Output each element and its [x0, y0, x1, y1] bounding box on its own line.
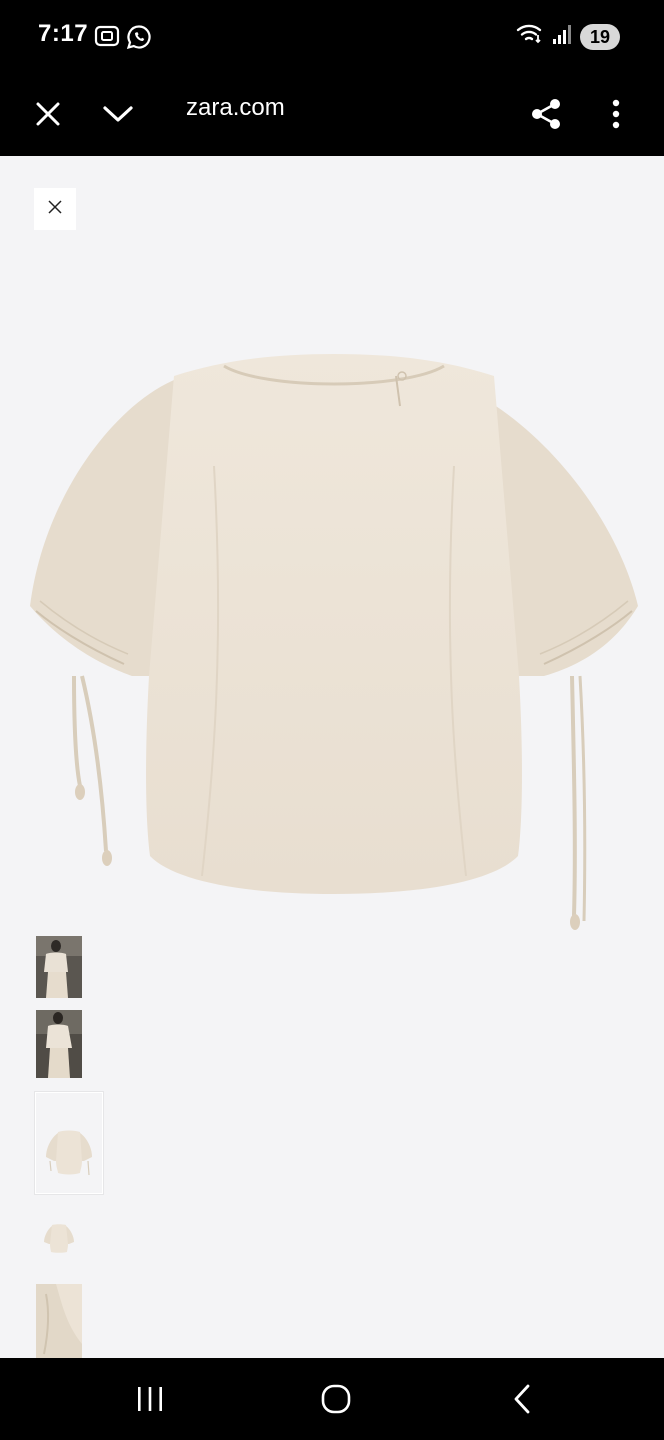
share-icon[interactable]	[522, 90, 570, 138]
status-time: 7:17	[38, 20, 89, 47]
screenshot-icon	[94, 24, 120, 55]
product-flat-thumbnail[interactable]	[35, 1092, 103, 1194]
product-small-thumbnail[interactable]	[36, 1204, 82, 1276]
more-vertical-icon[interactable]	[592, 90, 640, 138]
product-main-image[interactable]	[24, 346, 644, 936]
recent-apps-icon[interactable]	[120, 1376, 180, 1422]
chevron-down-icon[interactable]	[94, 90, 142, 138]
close-icon	[48, 199, 62, 219]
close-viewer-button[interactable]	[34, 188, 76, 230]
wifi-icon	[516, 22, 544, 51]
back-icon[interactable]	[492, 1376, 552, 1422]
system-nav-bar	[0, 1358, 664, 1440]
battery-indicator: 19	[579, 23, 620, 50]
status-bar: 7:17 19	[0, 0, 664, 72]
sleeve-detail-thumbnail[interactable]	[36, 1284, 82, 1358]
product-viewer	[0, 156, 664, 1358]
model-front-thumbnail[interactable]	[36, 936, 82, 998]
close-icon[interactable]	[24, 90, 72, 138]
browser-toolbar: zara.com	[0, 72, 664, 156]
url-text[interactable]: zara.com	[186, 94, 285, 122]
model-side-thumbnail[interactable]	[36, 1010, 82, 1078]
home-icon[interactable]	[306, 1376, 366, 1422]
status-left-icons	[94, 24, 152, 55]
signal-icon	[552, 23, 572, 50]
status-right-icons: 19	[516, 22, 620, 51]
whatsapp-icon	[126, 24, 152, 55]
